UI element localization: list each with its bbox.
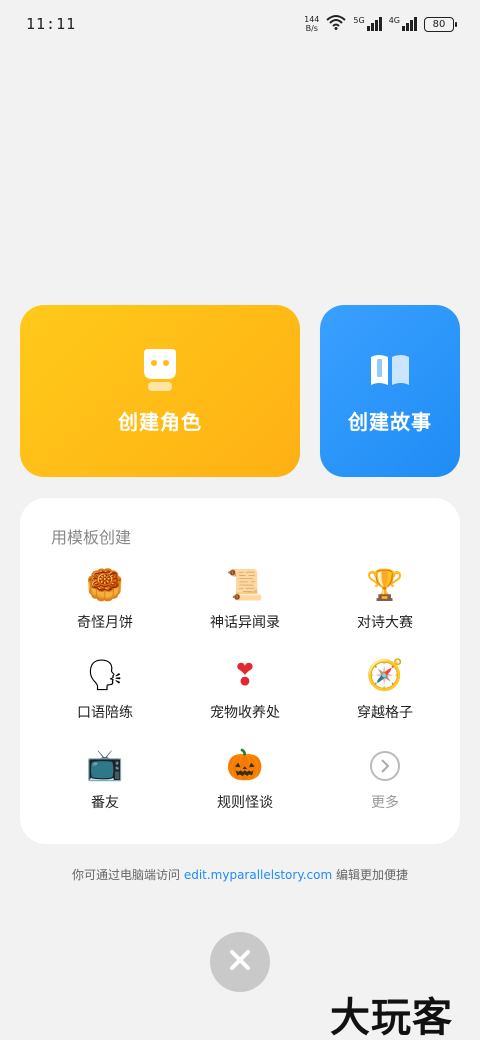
character-face-icon: [138, 348, 182, 392]
network-speed: 144 B/s: [304, 15, 319, 33]
pumpkin-icon: 🎃: [226, 748, 264, 783]
template-panel-title: 用模板创建: [51, 528, 132, 547]
signal-4g-label: 4G: [388, 16, 400, 25]
chevron-right-icon: [370, 751, 400, 781]
template-label: 穿越格子: [357, 705, 413, 721]
template-item-anime[interactable]: 📺 番友: [35, 748, 175, 838]
create-story-button[interactable]: 创建故事: [320, 305, 460, 477]
template-more-button[interactable]: 更多: [315, 748, 455, 838]
close-button[interactable]: [210, 932, 270, 992]
template-label: 番友: [91, 795, 119, 811]
template-item-mooncake[interactable]: 🥮 奇怪月饼: [35, 568, 175, 658]
template-label: 神话异闻录: [210, 615, 280, 631]
signal-5g-icon: 5G: [353, 16, 382, 31]
heart-exclamation-icon: ❣: [232, 658, 258, 693]
net-speed-unit: B/s: [305, 24, 318, 33]
speaking-head-icon: 🗣: [85, 658, 125, 693]
template-label: 规则怪谈: [217, 795, 273, 811]
battery-icon: 80: [424, 16, 457, 32]
mooncake-icon: 🥮: [86, 568, 124, 603]
template-label: 宠物收养处: [210, 705, 280, 721]
status-time: 11:11: [26, 15, 77, 33]
hint-prefix: 你可通过电脑端访问: [71, 868, 180, 882]
tv-icon: 📺: [86, 748, 124, 783]
template-item-travel[interactable]: 🧭 穿越格子: [315, 658, 455, 748]
watermark: 大玩客: [330, 994, 453, 1040]
hint-suffix: 编辑更加便捷: [336, 868, 409, 882]
signal-4g-icon: 4G: [388, 16, 417, 31]
create-role-button[interactable]: 创建角色: [20, 305, 300, 477]
scroll-icon: 📜: [226, 568, 264, 603]
compass-icon: 🧭: [366, 658, 404, 693]
book-icon: [368, 348, 412, 392]
desktop-hint: 你可通过电脑端访问 edit.myparallelstory.com 编辑更加便…: [0, 866, 480, 883]
create-story-label: 创建故事: [348, 409, 432, 434]
close-icon: [229, 949, 251, 975]
template-item-myth[interactable]: 📜 神话异闻录: [175, 568, 315, 658]
editor-link[interactable]: edit.myparallelstory.com: [184, 868, 332, 882]
template-panel: 用模板创建 🥮 奇怪月饼 📜 神话异闻录 🏆 对诗大赛 🗣 口语陪练 ❣ 宠物收…: [20, 498, 460, 844]
status-icons: 144 B/s 5G 4G 80: [304, 14, 457, 34]
template-grid: 🥮 奇怪月饼 📜 神话异闻录 🏆 对诗大赛 🗣 口语陪练 ❣ 宠物收养处 🧭 穿…: [20, 568, 460, 838]
signal-5g-label: 5G: [353, 16, 365, 25]
trophy-icon: 🏆: [366, 568, 404, 603]
template-more-label: 更多: [371, 795, 399, 811]
template-item-speaking[interactable]: 🗣 口语陪练: [35, 658, 175, 748]
battery-level: 80: [432, 18, 446, 30]
template-label: 奇怪月饼: [77, 615, 133, 631]
template-label: 口语陪练: [77, 705, 133, 721]
template-item-poetry[interactable]: 🏆 对诗大赛: [315, 568, 455, 658]
template-item-pet[interactable]: ❣ 宠物收养处: [175, 658, 315, 748]
template-item-rules[interactable]: 🎃 规则怪谈: [175, 748, 315, 838]
status-bar: 11:11 144 B/s 5G 4G 80: [0, 0, 480, 48]
create-role-label: 创建角色: [118, 409, 202, 434]
template-label: 对诗大赛: [357, 615, 413, 631]
net-speed-value: 144: [304, 15, 320, 24]
wifi-icon: [326, 14, 347, 34]
